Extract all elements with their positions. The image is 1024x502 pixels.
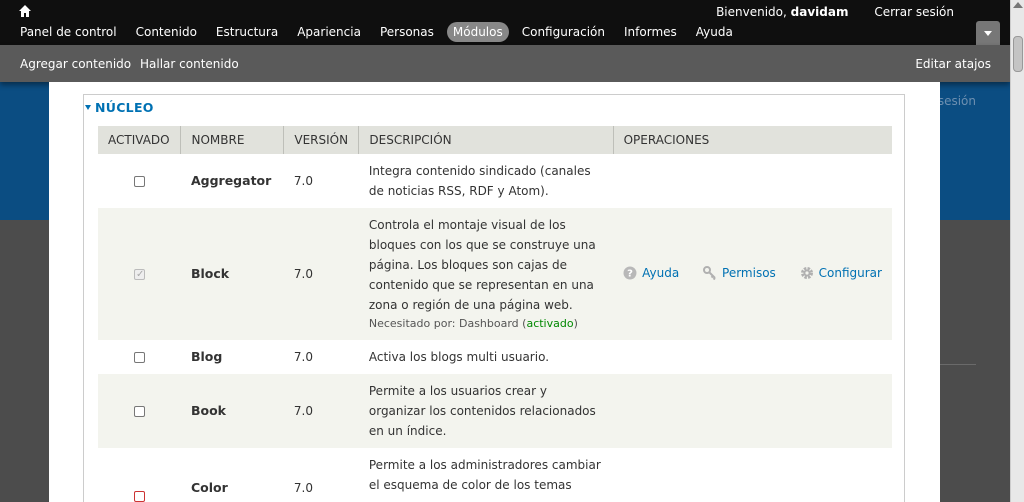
module-description: Permite a los administradores cambiar el… xyxy=(358,448,614,502)
help-icon: ? xyxy=(623,266,637,279)
configure-link[interactable]: Configurar xyxy=(800,263,882,283)
menu-item-people[interactable]: Personas xyxy=(374,22,440,42)
column-header-operations: OPERACIONES xyxy=(613,126,892,154)
column-header-version: VERSIÓN xyxy=(283,126,360,154)
menu-item-modules[interactable]: Módulos xyxy=(446,22,509,42)
column-header-name: NOMBRE xyxy=(180,126,285,154)
table-header-row: ACTIVADO NOMBRE VERSIÓN DESCRIPCIÓN OPER… xyxy=(98,126,892,154)
module-name: Block xyxy=(180,208,284,340)
module-description: Controla el montaje visual de los bloque… xyxy=(358,208,614,340)
logout-link[interactable]: Cerrar sesión xyxy=(874,5,954,19)
scroll-up-arrow-icon[interactable] xyxy=(1013,2,1023,8)
gear-icon xyxy=(800,266,813,279)
module-name: Aggregator xyxy=(180,154,284,208)
table-row: Aggregator 7.0 Integra contenido sindica… xyxy=(98,154,892,208)
menu-item-panel[interactable]: Panel de control xyxy=(14,22,123,42)
welcome-text: Bienvenido, davidam xyxy=(716,5,849,19)
module-operations xyxy=(613,448,892,502)
toolbar-menu: Panel de control Contenido Estructura Ap… xyxy=(14,22,746,42)
module-version: 7.0 xyxy=(283,340,359,374)
background-logout-link: sesión xyxy=(937,94,976,108)
help-link[interactable]: ? Ayuda xyxy=(623,263,679,283)
modules-table: ACTIVADO NOMBRE VERSIÓN DESCRIPCIÓN OPER… xyxy=(98,126,892,502)
permissions-link[interactable]: Permisos xyxy=(703,263,776,283)
fieldset-legend-core[interactable]: NÚCLEO xyxy=(85,100,154,115)
table-row: Blog 7.0 Activa los blogs multi usuario. xyxy=(98,340,892,374)
edit-shortcuts-link[interactable]: Editar atajos xyxy=(915,57,991,71)
chevron-down-icon xyxy=(984,31,992,36)
module-operations xyxy=(613,374,892,448)
username[interactable]: davidam xyxy=(791,5,849,19)
shortcut-find-content[interactable]: Hallar contenido xyxy=(140,57,239,71)
menu-item-structure[interactable]: Estructura xyxy=(210,22,284,42)
module-name: Blog xyxy=(180,340,284,374)
enable-checkbox[interactable] xyxy=(133,176,145,187)
menu-item-appearance[interactable]: Apariencia xyxy=(291,22,367,42)
required-by-status: activado xyxy=(526,317,574,330)
background-divider xyxy=(940,364,976,365)
menu-item-configuration[interactable]: Configuración xyxy=(516,22,611,42)
modules-overlay: NÚCLEO ACTIVADO NOMBRE VERSIÓN DESCRIPCI… xyxy=(49,82,940,502)
page-scrollbar[interactable] xyxy=(1010,0,1024,502)
collapse-arrow-icon xyxy=(85,105,91,110)
module-operations xyxy=(613,154,892,208)
menu-item-reports[interactable]: Informes xyxy=(618,22,683,42)
table-row: Color 7.0 Permite a los administradores … xyxy=(98,448,892,502)
module-name: Color xyxy=(180,448,284,502)
enable-checkbox[interactable] xyxy=(133,406,145,417)
module-version: 7.0 xyxy=(283,374,359,448)
toolbar-drawer-toggle[interactable] xyxy=(976,21,1000,45)
column-header-description: DESCRIPCIÓN xyxy=(358,126,614,154)
module-name: Book xyxy=(180,374,284,448)
enable-checkbox[interactable] xyxy=(133,491,145,502)
module-version: 7.0 xyxy=(283,154,359,208)
module-description: Integra contenido sindicado (canales de … xyxy=(358,154,614,208)
menu-item-help[interactable]: Ayuda xyxy=(690,22,739,42)
module-version: 7.0 xyxy=(283,208,359,340)
svg-text:?: ? xyxy=(627,268,633,279)
module-operations xyxy=(613,340,892,374)
user-area: Bienvenido, davidam Cerrar sesión xyxy=(716,5,954,19)
home-icon[interactable] xyxy=(18,4,32,18)
enable-checkbox xyxy=(133,265,145,285)
required-by-note: Necesitado por: Dashboard (activado) xyxy=(368,317,578,330)
module-description: Permite a los usuarios crear y organizar… xyxy=(358,374,614,448)
module-version: 7.0 xyxy=(283,448,359,502)
table-row: Book 7.0 Permite a los usuarios crear y … xyxy=(98,374,892,448)
module-description: Activa los blogs multi usuario. xyxy=(358,340,614,374)
menu-item-content[interactable]: Contenido xyxy=(130,22,203,42)
module-operations: ? Ayuda Permisos Configurar xyxy=(613,208,892,340)
key-icon xyxy=(703,265,716,280)
column-header-enabled: ACTIVADO xyxy=(98,126,182,154)
enable-checkbox[interactable] xyxy=(133,352,145,363)
shortcut-add-content[interactable]: Agregar contenido xyxy=(20,57,131,71)
table-row: Block 7.0 Controla el montaje visual de … xyxy=(98,208,892,340)
shortcuts-bar: Agregar contenido Hallar contenido Edita… xyxy=(0,45,1010,82)
admin-toolbar: Bienvenido, davidam Cerrar sesión Panel … xyxy=(0,0,1010,45)
scrollbar-thumb[interactable] xyxy=(1013,36,1023,72)
